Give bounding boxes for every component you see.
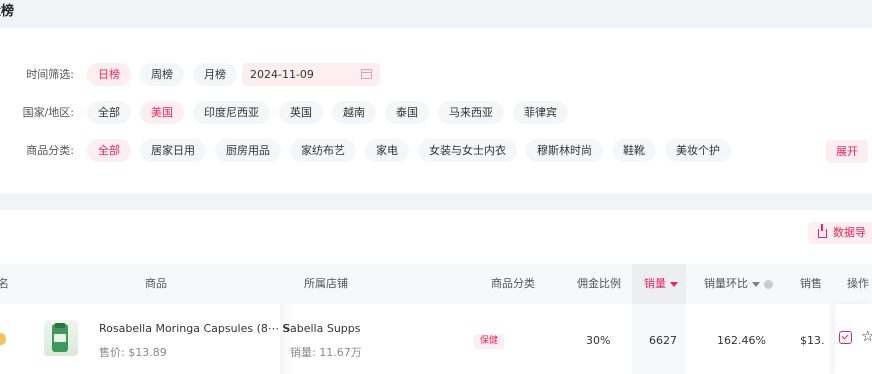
- col-sales-ratio-label: 销量环比: [704, 277, 748, 290]
- shop-cart-icon[interactable]: [839, 331, 852, 344]
- region-filter-label: 国家/地区:: [22, 106, 74, 119]
- chip-region-uk[interactable]: 英国: [279, 100, 323, 124]
- rank-medal-icon: [0, 333, 6, 345]
- shop-name[interactable]: abella Supps: [290, 322, 361, 335]
- export-icon: [818, 223, 827, 238]
- category-filter-row: 商品分类: 全部 居家日用 厨房用品 家纺布艺 家电 女装与女士内衣 穆斯林时尚…: [0, 138, 740, 162]
- col-shop: 所属店铺: [304, 277, 348, 290]
- region-filter-row: 国家/地区: 全部 美国 印度尼西亚 英国 越南 泰国 马来西亚 菲律宾: [0, 100, 577, 124]
- table-row[interactable]: Rosabella Moringa Capsules (8⋯ 𝗦 售价: $13…: [0, 304, 872, 374]
- chip-region-malaysia[interactable]: 马来西亚: [438, 100, 504, 124]
- export-label: 数据导: [833, 226, 866, 239]
- chip-region-indonesia[interactable]: 印度尼西亚: [193, 100, 270, 124]
- chip-region-vietnam[interactable]: 越南: [332, 100, 376, 124]
- chip-category-kitchen[interactable]: 厨房用品: [215, 138, 281, 162]
- time-filter-row: 时间筛选: 日榜 周榜 月榜 2024-11-09: [0, 62, 380, 86]
- table-header: 名 商品 所属店铺 商品分类 佣金比例 销量 销量环比 销售 操作: [0, 264, 872, 304]
- category-badge: 保健: [474, 334, 505, 349]
- col-sales-ratio[interactable]: 销量环比: [704, 264, 773, 304]
- product-name[interactable]: Rosabella Moringa Capsules (8⋯ 𝗦: [99, 322, 290, 335]
- expand-button[interactable]: 展开: [826, 140, 868, 163]
- revenue-value: $13.: [800, 334, 825, 347]
- col-ops: 操作: [835, 264, 872, 304]
- help-icon[interactable]: [764, 279, 773, 289]
- chip-category-shoes[interactable]: 鞋靴: [612, 138, 656, 162]
- sort-icon: [752, 281, 760, 287]
- chip-day[interactable]: 日榜: [87, 62, 131, 86]
- export-button[interactable]: 数据导: [808, 222, 872, 244]
- page-title: 量榜: [0, 4, 15, 19]
- sort-desc-icon: [670, 281, 678, 287]
- shop-sales: 销量: 11.67万: [290, 346, 362, 359]
- product-name-text: Rosabella Moringa Capsules (8⋯: [99, 322, 279, 335]
- date-picker[interactable]: 2024-11-09: [242, 62, 380, 86]
- chip-region-thailand[interactable]: 泰国: [385, 100, 429, 124]
- date-value: 2024-11-09: [250, 67, 314, 81]
- column-divider: [280, 304, 292, 374]
- chip-category-home[interactable]: 居家日用: [140, 138, 206, 162]
- supplement-bottle-icon: [52, 323, 68, 352]
- chip-category-womenswear[interactable]: 女装与女士内衣: [418, 138, 517, 162]
- chip-category-appliances[interactable]: 家电: [365, 138, 409, 162]
- sales-value: 6627: [649, 334, 677, 347]
- chip-region-us[interactable]: 美国: [140, 100, 184, 124]
- ranking-table-card: 数据导 名 商品 所属店铺 商品分类 佣金比例 销量 销量环比 销售 操作 Ro…: [0, 210, 872, 374]
- col-category[interactable]: 商品分类: [491, 264, 535, 304]
- filter-panel: 时间筛选: 日榜 周榜 月榜 2024-11-09 国家/地区: 全部 美国 印…: [0, 28, 872, 194]
- col-sales-label: 销量: [644, 277, 666, 290]
- sales-ranking-page: 量榜 时间筛选: 日榜 周榜 月榜 2024-11-09 国家/地区: 全部 美…: [0, 0, 872, 374]
- chip-region-all[interactable]: 全部: [87, 100, 131, 124]
- col-revenue[interactable]: 销售: [800, 264, 822, 304]
- col-sales[interactable]: 销量: [632, 264, 686, 304]
- col-product: 商品: [145, 277, 167, 290]
- chip-category-muslim-fashion[interactable]: 穆斯林时尚: [526, 138, 603, 162]
- chip-week[interactable]: 周榜: [140, 62, 184, 86]
- chip-month[interactable]: 月榜: [193, 62, 237, 86]
- col-commission[interactable]: 佣金比例: [577, 264, 621, 304]
- sales-cell: 6627: [632, 304, 686, 374]
- calendar-icon: [361, 69, 372, 79]
- product-thumbnail[interactable]: [44, 320, 78, 356]
- commission-value: 30%: [586, 334, 611, 347]
- col-rank: 名: [0, 277, 9, 290]
- ops-cell: ☆: [835, 304, 872, 374]
- time-filter-label: 时间筛选:: [26, 68, 74, 81]
- product-price: 售价: $13.89: [99, 346, 167, 359]
- category-filter-label: 商品分类:: [26, 144, 74, 157]
- sales-ratio-value: 162.46%: [717, 334, 766, 347]
- chip-category-beauty[interactable]: 美妆个护: [665, 138, 731, 162]
- favorite-star-icon[interactable]: ☆: [861, 327, 872, 345]
- chip-category-textiles[interactable]: 家纺布艺: [290, 138, 356, 162]
- chip-region-philippines[interactable]: 菲律宾: [513, 100, 568, 124]
- chip-category-all[interactable]: 全部: [87, 138, 131, 162]
